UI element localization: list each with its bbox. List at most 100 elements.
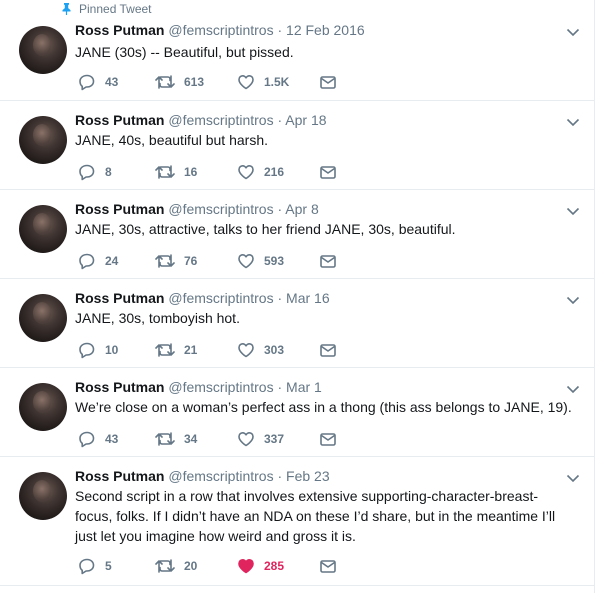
chevron-down-icon[interactable] (566, 474, 580, 483)
reply-count: 5 (105, 559, 112, 573)
reply-icon (79, 431, 95, 448)
tweet-header: Ross Putman @femscriptintros · Mar 1 (75, 379, 322, 395)
retweet-count: 613 (184, 75, 205, 89)
envelope-icon (320, 344, 336, 357)
separator: · (277, 22, 283, 38)
direct-message-button[interactable] (319, 73, 337, 91)
reply-button[interactable]: 43 (78, 430, 118, 448)
like-count: 303 (264, 343, 285, 357)
chevron-down-icon[interactable] (566, 28, 580, 37)
reply-count: 43 (105, 432, 119, 446)
author-name[interactable]: Ross Putman (75, 290, 164, 306)
direct-message-button[interactable] (319, 252, 337, 270)
reply-count: 24 (105, 254, 119, 268)
author-handle[interactable]: @femscriptintros (168, 201, 273, 217)
reply-button[interactable]: 24 (78, 252, 118, 270)
heart-icon (238, 165, 254, 180)
pin-icon (62, 3, 71, 15)
retweet-button[interactable]: 20 (155, 557, 197, 575)
direct-message-button[interactable] (319, 557, 337, 575)
author-handle[interactable]: @femscriptintros (168, 22, 273, 38)
reply-icon (79, 164, 95, 181)
like-button[interactable]: 285 (237, 557, 284, 575)
author-handle[interactable]: @femscriptintros (168, 112, 273, 128)
tweet-text: Second script in a row that involves ext… (75, 488, 556, 544)
retweet-icon (155, 254, 175, 268)
tweet-date[interactable]: 12 Feb 2016 (286, 22, 365, 38)
tweet-date[interactable]: Apr 8 (285, 201, 318, 217)
tweet[interactable]: Ross Putman @femscriptintros · Mar 1 We’… (0, 368, 594, 457)
author-name[interactable]: Ross Putman (75, 22, 164, 38)
retweet-icon (155, 75, 175, 89)
retweet-count: 20 (184, 559, 198, 573)
retweet-button[interactable]: 613 (155, 73, 204, 91)
heart-icon (238, 432, 254, 447)
avatar[interactable] (19, 383, 67, 431)
chevron-down-icon[interactable] (566, 296, 580, 305)
separator: · (277, 468, 283, 484)
tweet[interactable]: Pinned Tweet Ross Putman @femscriptintro… (0, 0, 594, 101)
like-button[interactable]: 337 (237, 430, 284, 448)
retweet-button[interactable]: 76 (155, 252, 197, 270)
avatar[interactable] (19, 26, 67, 74)
tweet-text: JANE, 30s, tomboyish hot. (75, 310, 240, 326)
like-count: 593 (264, 254, 285, 268)
envelope-icon (320, 255, 336, 268)
tweet[interactable]: Ross Putman @femscriptintros · Apr 18 JA… (0, 101, 594, 190)
reply-button[interactable]: 43 (78, 73, 118, 91)
envelope-icon (320, 166, 336, 179)
tweet-date[interactable]: Mar 16 (286, 290, 330, 306)
retweet-count: 34 (184, 432, 198, 446)
tweet[interactable]: Ross Putman @femscriptintros · Mar 16 JA… (0, 279, 594, 368)
tweet[interactable]: Ross Putman @femscriptintros · Apr 8 JAN… (0, 190, 594, 279)
tweet-date[interactable]: Mar 1 (286, 379, 322, 395)
author-name[interactable]: Ross Putman (75, 201, 164, 217)
like-button[interactable]: 303 (237, 341, 284, 359)
like-button[interactable]: 593 (237, 252, 284, 270)
avatar[interactable] (19, 205, 67, 253)
envelope-icon (320, 76, 336, 89)
like-count: 337 (264, 432, 285, 446)
retweet-icon (155, 343, 175, 357)
reply-count: 10 (105, 343, 119, 357)
chevron-down-icon[interactable] (566, 207, 580, 216)
tweet-header: Ross Putman @femscriptintros · Feb 23 (75, 468, 330, 484)
reply-button[interactable]: 5 (78, 557, 112, 575)
tweet[interactable]: Ross Putman @femscriptintros · Feb 23 Se… (0, 457, 594, 586)
avatar[interactable] (19, 472, 67, 520)
reply-button[interactable]: 8 (78, 163, 112, 181)
retweet-button[interactable]: 21 (155, 341, 197, 359)
author-name[interactable]: Ross Putman (75, 468, 164, 484)
tweet-date[interactable]: Apr 18 (285, 112, 326, 128)
tweet-header: Ross Putman @femscriptintros · Mar 16 (75, 290, 330, 306)
retweet-button[interactable]: 16 (155, 163, 197, 181)
reply-icon (79, 74, 95, 91)
avatar[interactable] (19, 294, 67, 342)
direct-message-button[interactable] (319, 163, 337, 181)
direct-message-button[interactable] (319, 430, 337, 448)
retweet-count: 21 (184, 343, 198, 357)
author-name[interactable]: Ross Putman (75, 379, 164, 395)
author-name[interactable]: Ross Putman (75, 112, 164, 128)
retweet-icon (155, 165, 175, 179)
author-handle[interactable]: @femscriptintros (168, 379, 273, 395)
like-button[interactable]: 1.5K (237, 73, 289, 91)
avatar[interactable] (19, 116, 67, 164)
separator: · (277, 201, 283, 217)
heart-icon (238, 254, 254, 269)
retweet-button[interactable]: 34 (155, 430, 197, 448)
reply-button[interactable]: 10 (78, 341, 118, 359)
like-count: 216 (264, 165, 285, 179)
like-count: 285 (264, 559, 285, 573)
chevron-down-icon[interactable] (566, 385, 580, 394)
pinned-label: Pinned Tweet (79, 2, 152, 16)
tweet-text: JANE (30s) -- Beautiful, but pissed. (75, 44, 294, 60)
separator: · (277, 112, 283, 128)
direct-message-button[interactable] (319, 341, 337, 359)
tweet-date[interactable]: Feb 23 (286, 468, 330, 484)
like-button[interactable]: 216 (237, 163, 284, 181)
author-handle[interactable]: @femscriptintros (168, 290, 273, 306)
author-handle[interactable]: @femscriptintros (168, 468, 273, 484)
envelope-icon (320, 433, 336, 446)
chevron-down-icon[interactable] (566, 118, 580, 127)
